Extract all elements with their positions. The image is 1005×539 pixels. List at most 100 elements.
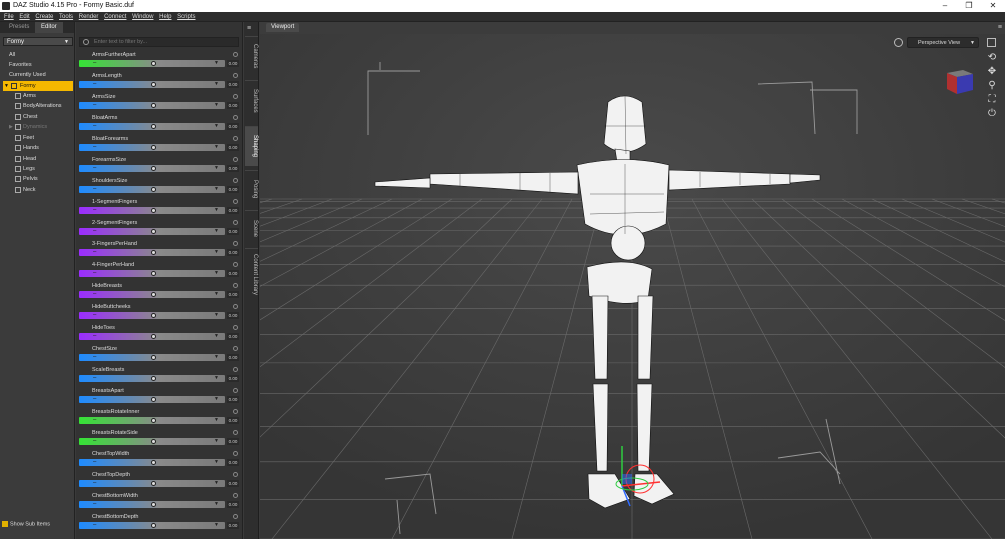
category-legs[interactable]: Legs <box>3 164 73 174</box>
parameter-slider[interactable]: BloatForearms – ▼ 0.00 <box>79 134 241 155</box>
slider-menu-icon[interactable]: ▼ <box>214 438 219 445</box>
slider-value[interactable]: 0.00 <box>227 81 239 88</box>
gear-icon[interactable] <box>233 115 238 120</box>
tab-surfaces[interactable]: Surfaces <box>245 80 258 120</box>
decrement-icon[interactable]: – <box>93 522 96 529</box>
parameter-slider[interactable]: ChestTopDepth – ▼ 0.00 <box>79 470 241 491</box>
slider-knob[interactable] <box>151 187 156 192</box>
decrement-icon[interactable]: – <box>93 249 96 256</box>
slider-menu-icon[interactable]: ▼ <box>214 417 219 424</box>
slider-knob[interactable] <box>151 460 156 465</box>
slider-value[interactable]: 0.00 <box>227 417 239 424</box>
slider-value[interactable]: 0.00 <box>227 270 239 277</box>
slider-menu-icon[interactable]: ▼ <box>214 249 219 256</box>
globe-icon[interactable] <box>894 38 903 47</box>
slider-knob[interactable] <box>151 145 156 150</box>
close-icon[interactable]: ✕ <box>980 0 1005 12</box>
slider-value[interactable]: 0.00 <box>227 207 239 214</box>
menu-icon[interactable]: ≡ <box>247 25 255 33</box>
menu-help[interactable]: Help <box>159 12 171 22</box>
parameter-slider[interactable]: 4-FingerPerHand – ▼ 0.00 <box>79 260 241 281</box>
gear-icon[interactable] <box>233 367 238 372</box>
slider-knob[interactable] <box>151 481 156 486</box>
menu-create[interactable]: Create <box>35 12 53 22</box>
expand-arrow-icon[interactable]: ▶ <box>9 122 13 132</box>
slider-knob[interactable] <box>151 376 156 381</box>
filter-input[interactable]: Enter text to filter by... <box>79 37 239 47</box>
decrement-icon[interactable]: – <box>93 123 96 130</box>
gear-icon[interactable] <box>233 472 238 477</box>
3d-scene[interactable] <box>260 34 1005 539</box>
decrement-icon[interactable]: – <box>93 459 96 466</box>
slider-value[interactable]: 0.00 <box>227 396 239 403</box>
decrement-icon[interactable]: – <box>93 417 96 424</box>
slider-knob[interactable] <box>151 439 156 444</box>
tab-editor[interactable]: Editor <box>35 22 63 33</box>
slider-menu-icon[interactable]: ▼ <box>214 375 219 382</box>
slider-menu-icon[interactable]: ▼ <box>214 123 219 130</box>
slider-menu-icon[interactable]: ▼ <box>214 501 219 508</box>
slider-menu-icon[interactable]: ▼ <box>214 102 219 109</box>
parameter-slider[interactable]: 3-FingersPerHand – ▼ 0.00 <box>79 239 241 260</box>
category-formy[interactable]: ▼ Formy <box>3 81 73 91</box>
slider-value[interactable]: 0.00 <box>227 186 239 193</box>
slider-knob[interactable] <box>151 229 156 234</box>
parameter-slider[interactable]: ArmsSize – ▼ 0.00 <box>79 92 241 113</box>
tab-shaping[interactable]: Shaping <box>245 126 258 166</box>
decrement-icon[interactable]: – <box>93 501 96 508</box>
slider-knob[interactable] <box>151 250 156 255</box>
slider-menu-icon[interactable]: ▼ <box>214 270 219 277</box>
gear-icon[interactable] <box>233 304 238 309</box>
category-favorites[interactable]: Favorites <box>3 60 73 70</box>
gear-icon[interactable] <box>233 451 238 456</box>
parameter-slider[interactable]: ArmsLength – ▼ 0.00 <box>79 71 241 92</box>
parameter-slider[interactable]: BreastsApart – ▼ 0.00 <box>79 386 241 407</box>
figure-select[interactable]: Formy ▼ <box>3 37 73 46</box>
orbit-icon[interactable]: ⟲ <box>986 52 998 64</box>
menu-tools[interactable]: Tools <box>59 12 73 22</box>
menu-render[interactable]: Render <box>79 12 99 22</box>
slider-value[interactable]: 0.00 <box>227 438 239 445</box>
parameter-slider[interactable]: ChestBottomDepth – ▼ 0.00 <box>79 512 241 533</box>
slider-menu-icon[interactable]: ▼ <box>214 333 219 340</box>
gear-icon[interactable] <box>233 325 238 330</box>
gear-icon[interactable] <box>233 157 238 162</box>
decrement-icon[interactable]: – <box>93 207 96 214</box>
slider-menu-icon[interactable]: ▼ <box>214 60 219 67</box>
gear-icon[interactable] <box>233 262 238 267</box>
view-cube[interactable] <box>943 66 977 96</box>
slider-value[interactable]: 0.00 <box>227 480 239 487</box>
gear-icon[interactable] <box>233 199 238 204</box>
gear-icon[interactable] <box>233 409 238 414</box>
slider-value[interactable]: 0.00 <box>227 165 239 172</box>
parameter-slider[interactable]: BloatArms – ▼ 0.00 <box>79 113 241 134</box>
slider-knob[interactable] <box>151 208 156 213</box>
decrement-icon[interactable]: – <box>93 312 96 319</box>
slider-value[interactable]: 0.00 <box>227 312 239 319</box>
perspective-view-select[interactable]: Perspective View ▼ <box>907 37 979 48</box>
decrement-icon[interactable]: – <box>93 186 96 193</box>
tab-viewport[interactable]: Viewport <box>266 23 300 32</box>
decrement-icon[interactable]: – <box>93 396 96 403</box>
decrement-icon[interactable]: – <box>93 81 96 88</box>
decrement-icon[interactable]: – <box>93 438 96 445</box>
decrement-icon[interactable]: – <box>93 228 96 235</box>
slider-value[interactable]: 0.00 <box>227 291 239 298</box>
decrement-icon[interactable]: – <box>93 102 96 109</box>
slider-value[interactable]: 0.00 <box>227 228 239 235</box>
decrement-icon[interactable]: – <box>93 480 96 487</box>
show-sub-items-checkbox[interactable]: Show Sub Items <box>2 521 50 527</box>
decrement-icon[interactable]: – <box>93 354 96 361</box>
gear-icon[interactable] <box>233 388 238 393</box>
tab-scene[interactable]: Scene <box>245 210 258 246</box>
decrement-icon[interactable]: – <box>93 165 96 172</box>
category-all[interactable]: All <box>3 50 73 60</box>
viewport-pane[interactable]: Viewport ≡ Perspective View ▼ ⟲ ✥ ⚲ ⛶ ⏻ <box>260 22 1005 539</box>
slider-menu-icon[interactable]: ▼ <box>214 522 219 529</box>
slider-knob[interactable] <box>151 334 156 339</box>
parameter-slider[interactable]: ScaleBreasts – ▼ 0.00 <box>79 365 241 386</box>
parameter-slider[interactable]: 1-SegmentFingers – ▼ 0.00 <box>79 197 241 218</box>
gear-icon[interactable] <box>233 430 238 435</box>
gear-icon[interactable] <box>233 178 238 183</box>
category-currently-used[interactable]: Currently Used <box>3 70 73 80</box>
